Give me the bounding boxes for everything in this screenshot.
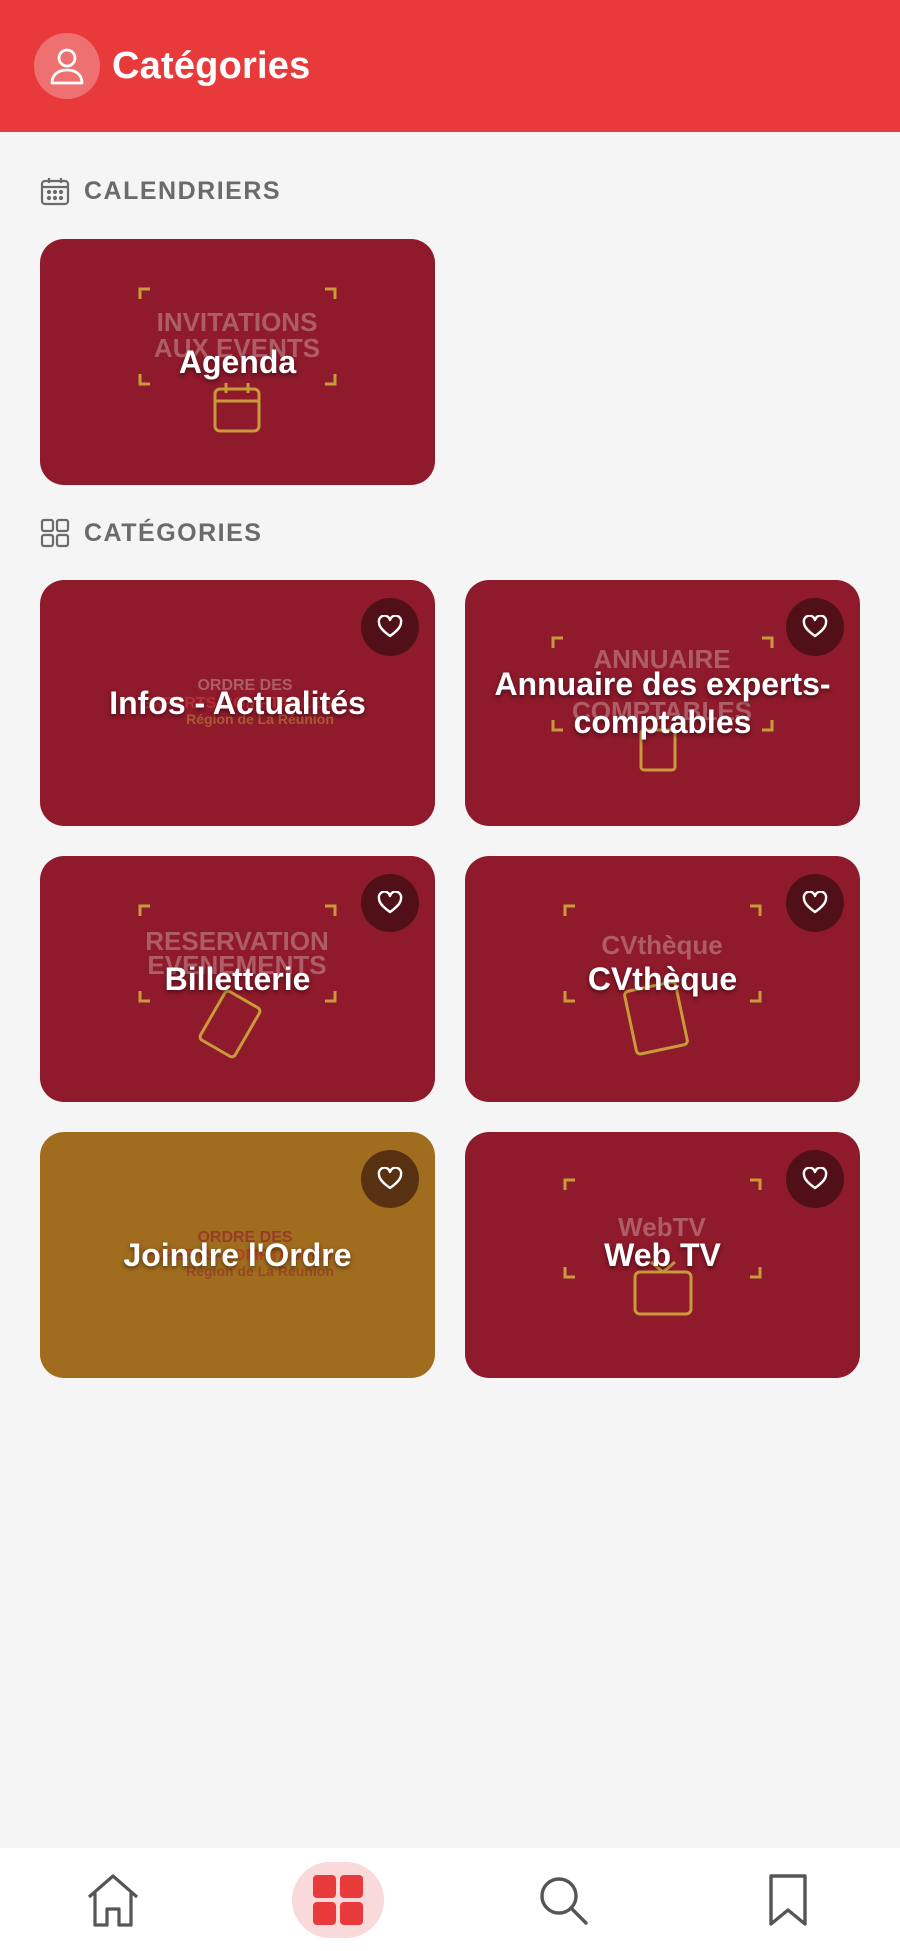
tab-categories[interactable] (288, 1855, 388, 1945)
heart-icon (377, 615, 403, 638)
heart-icon (377, 1167, 403, 1190)
app-header: Catégories (0, 0, 900, 132)
tile-joindre-ordre[interactable]: ORDRE DES EXPERTS-COMPTABLES Région de L… (40, 1132, 435, 1378)
tile-art-text: CVthèque (601, 930, 722, 960)
tile-title: Infos - Actualités (109, 685, 366, 721)
tile-infos-actualites[interactable]: ORDRE DES EXPERTS-COMPTABLES Région de L… (40, 580, 435, 826)
tile-title: Web TV (604, 1237, 721, 1273)
tile-web-tv[interactable]: WebTV Web TV (465, 1132, 860, 1378)
tab-search[interactable] (513, 1855, 613, 1945)
ticket-art-icon (198, 989, 262, 1059)
user-icon (50, 48, 84, 85)
section-header-categories: CATÉGORIES (40, 518, 262, 548)
favorite-button[interactable] (361, 874, 419, 932)
favorite-button[interactable] (361, 598, 419, 656)
tab-home[interactable] (63, 1855, 163, 1945)
page-title: Catégories (112, 44, 311, 87)
search-icon (539, 1876, 588, 1925)
categories-grid-icon (312, 1874, 363, 1925)
bookmark-icon (768, 1873, 807, 1926)
section-label-calendars: CALENDRIERS (84, 176, 282, 205)
tile-title: Billetterie (164, 961, 311, 997)
tile-title: CVthèque (587, 961, 738, 997)
tile-title: Joindre l'Ordre (123, 1237, 352, 1273)
profile-avatar-button[interactable] (34, 33, 100, 99)
calendar-icon (40, 178, 70, 206)
favorite-button[interactable] (786, 874, 844, 932)
section-header-calendars: CALENDRIERS (40, 176, 281, 206)
tab-bookmarks[interactable] (738, 1855, 838, 1945)
section-label-categories: CATÉGORIES (84, 518, 263, 547)
home-icon (87, 1873, 138, 1927)
tile-billetterie[interactable]: RESERVATION EVENEMENTS Billetterie (40, 856, 435, 1102)
grid-icon (40, 518, 70, 548)
heart-icon (802, 891, 828, 914)
tile-cvtheque[interactable]: CVthèque CVthèque (465, 856, 860, 1102)
heart-icon (802, 615, 828, 638)
tile-title: Agenda (178, 344, 297, 380)
bottom-tab-bar (0, 1848, 900, 1951)
heart-icon (802, 1167, 828, 1190)
heart-icon (377, 891, 403, 914)
tab-active-indicator (291, 1861, 384, 1938)
favorite-button[interactable] (786, 1150, 844, 1208)
calendar-art-icon (213, 383, 261, 433)
favorite-button[interactable] (786, 598, 844, 656)
tile-annuaire[interactable]: ANNUAIRE COMPTABLES Annuaire des experts… (465, 580, 860, 826)
favorite-button[interactable] (361, 1150, 419, 1208)
tile-agenda[interactable]: INVITATIONS AUX EVENTS Agenda (40, 239, 435, 485)
tile-title: Annuaire des experts-comptables (494, 666, 831, 740)
